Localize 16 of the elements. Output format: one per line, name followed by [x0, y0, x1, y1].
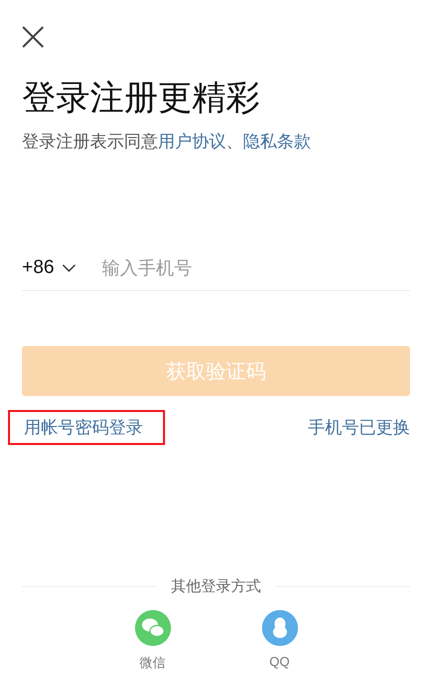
page-title: 登录注册更精彩: [22, 78, 261, 118]
penguin-icon[interactable]: [262, 610, 298, 646]
caret-icon: [62, 264, 76, 272]
phone-input-field[interactable]: 输入手机号: [102, 258, 410, 278]
agreement-text: 登录注册表示同意: [22, 132, 158, 151]
phone-changed-link[interactable]: 手机号已更换: [308, 416, 410, 439]
country-code-select[interactable]: +86: [22, 257, 102, 279]
other-login-heading: 其他登录方式: [171, 577, 261, 596]
login-option-label: QQ: [269, 654, 290, 669]
close-icon[interactable]: [22, 26, 44, 48]
chat-bubbles-icon[interactable]: [134, 610, 170, 646]
agreement-link[interactable]: 用户协议: [158, 132, 226, 151]
agreement-link[interactable]: 隐私条款: [243, 132, 311, 151]
password-login-link[interactable]: 用帐号密码登录: [24, 418, 143, 437]
separator-text: 、: [226, 132, 243, 151]
login-option-label: 微信: [140, 654, 166, 672]
